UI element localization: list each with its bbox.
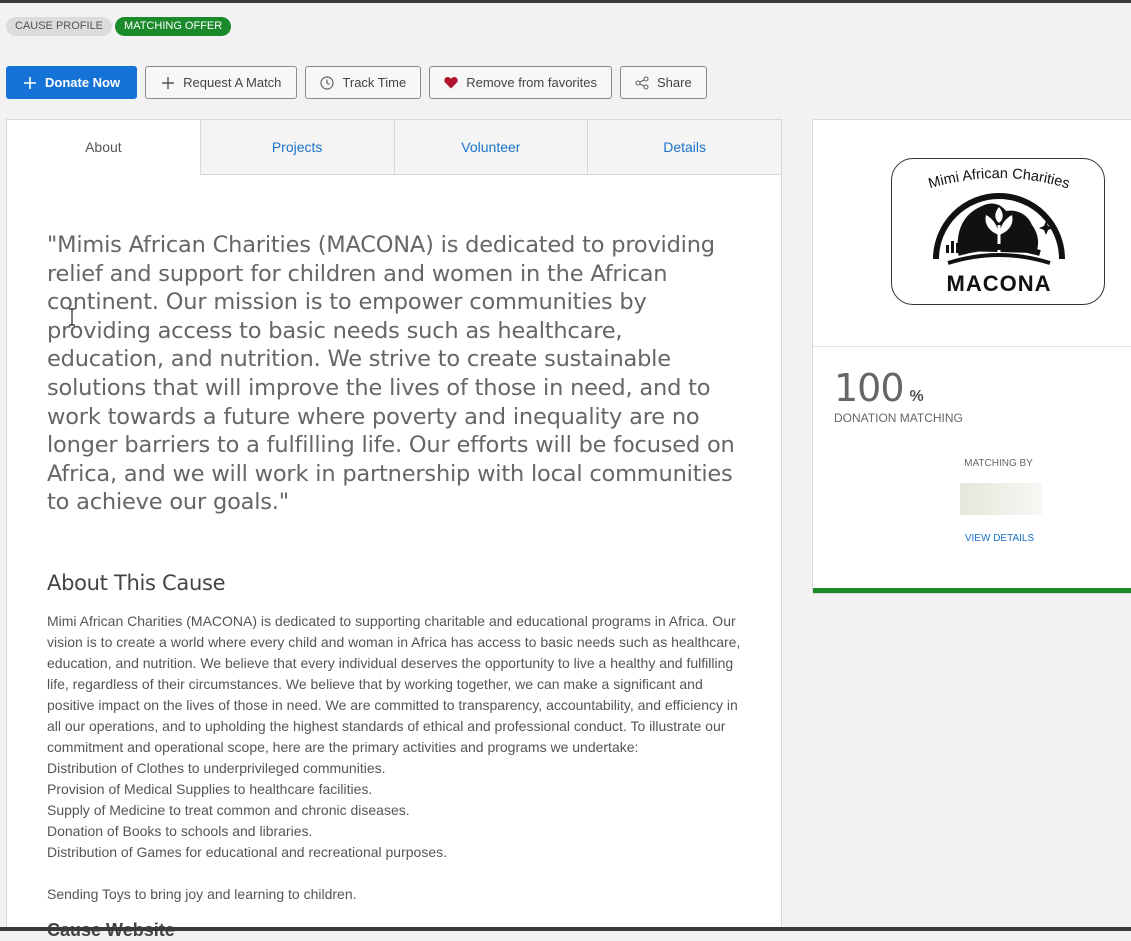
cause-profile-badge: CAUSE PROFILE (6, 17, 112, 36)
macona-logo: Mimi African Charities MACONA (891, 158, 1105, 305)
donate-now-label: Donate Now (45, 75, 120, 90)
text-cursor-icon (68, 308, 76, 326)
heart-icon (444, 76, 458, 90)
share-button[interactable]: Share (620, 66, 707, 99)
matching-by-label: MATCHING BY (813, 458, 1131, 469)
cause-description: Mimi African Charities (MACONA) is dedic… (47, 611, 741, 905)
remove-from-favorites-button[interactable]: Remove from favorites (429, 66, 612, 99)
window-top-border (0, 0, 1131, 3)
list-item: Supply of Medicine to treat common and c… (47, 800, 741, 821)
match-percentage: 100 % (834, 366, 924, 410)
remove-from-favorites-label: Remove from favorites (466, 75, 597, 90)
list-item: Provision of Medical Supplies to healthc… (47, 779, 741, 800)
match-percent-value: 100 (834, 366, 904, 410)
donate-now-button[interactable]: Donate Now (6, 66, 137, 99)
view-details-link[interactable]: VIEW DETAILS (813, 533, 1131, 544)
tab-projects[interactable]: Projects (200, 120, 394, 174)
tab-details[interactable]: Details (587, 120, 781, 174)
logo-wordmark: MACONA (892, 271, 1106, 297)
closing-paragraph: Sending Toys to bring joy and learning t… (47, 884, 741, 905)
paragraph-spacer (47, 863, 741, 884)
sponsor-logo-placeholder (960, 483, 1042, 515)
cause-main-panel: About Projects Volunteer Details "Mimis … (6, 119, 782, 931)
percent-sign: % (910, 388, 924, 406)
about-content: "Mimis African Charities (MACONA) is ded… (7, 231, 781, 941)
request-match-label: Request A Match (183, 75, 281, 90)
track-time-label: Track Time (342, 75, 406, 90)
donation-matching-label: DONATION MATCHING (834, 411, 963, 425)
matching-by-text: MATCHING BY (813, 458, 1131, 469)
cause-logo-area: Mimi African Charities MACONA (813, 120, 1131, 347)
matching-status-bar (813, 588, 1131, 593)
cause-tabs: About Projects Volunteer Details (7, 120, 781, 175)
matching-offer-card: Mimi African Charities MACONA 100 % (812, 119, 1131, 594)
tab-volunteer[interactable]: Volunteer (394, 120, 588, 174)
logo-emblem-icon (928, 181, 1070, 271)
plus-icon (161, 76, 175, 90)
track-time-button[interactable]: Track Time (305, 66, 421, 99)
matching-offer-badge: MATCHING OFFER (115, 17, 231, 36)
tab-about[interactable]: About (7, 120, 200, 175)
about-this-cause-heading: About This Cause (47, 571, 741, 595)
mission-quote: "Mimis African Charities (MACONA) is ded… (47, 231, 741, 517)
window-bottom-border (0, 927, 1131, 931)
share-icon (635, 76, 649, 90)
action-toolbar: Donate Now Request A Match Track Time Re… (6, 66, 707, 99)
list-item: Distribution of Clothes to underprivileg… (47, 758, 741, 779)
clock-icon (320, 76, 334, 90)
list-item: Donation of Books to schools and librari… (47, 821, 741, 842)
activities-list: Distribution of Clothes to underprivileg… (47, 758, 741, 863)
status-badges: CAUSE PROFILE MATCHING OFFER (6, 17, 231, 36)
plus-icon (23, 76, 37, 90)
description-paragraph: Mimi African Charities (MACONA) is dedic… (47, 611, 741, 758)
share-label: Share (657, 75, 692, 90)
list-item: Distribution of Games for educational an… (47, 842, 741, 863)
request-match-button[interactable]: Request A Match (145, 66, 297, 99)
